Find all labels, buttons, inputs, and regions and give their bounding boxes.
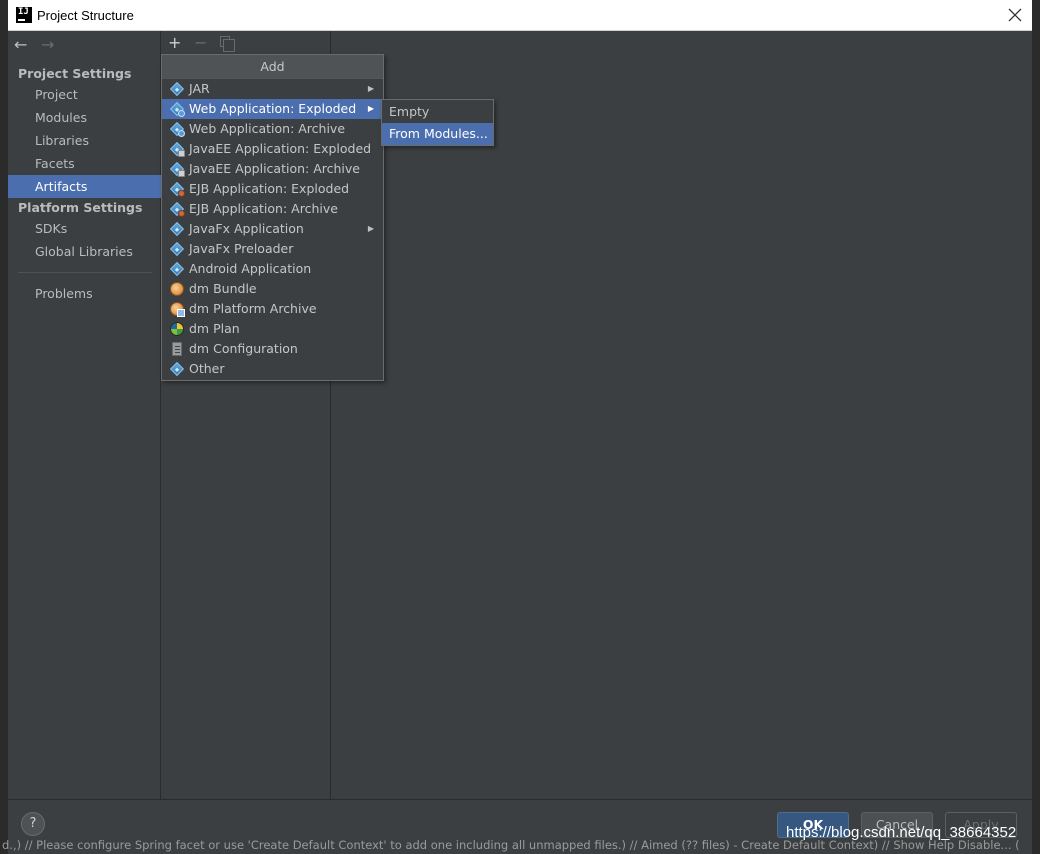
web-artifact-icon: [169, 101, 185, 117]
javaee-artifact-icon: [169, 141, 185, 157]
javaee-artifact-icon: [169, 161, 185, 177]
sidebar-item-libraries[interactable]: Libraries: [8, 129, 161, 152]
dm-config-icon: [170, 342, 184, 356]
submenu-arrow-icon: ▶: [367, 224, 374, 233]
submenu-item-from-modules[interactable]: From Modules...: [382, 123, 493, 145]
back-arrow-icon[interactable]: ←: [14, 35, 27, 54]
artifact-icon: [169, 361, 185, 377]
artifact-details-panel: [332, 31, 1032, 799]
platform-settings-header: Platform Settings: [18, 200, 143, 215]
menu-item-label: dm Bundle: [189, 281, 257, 296]
background-strip: [0, 0, 8, 854]
menu-item-ejb-application-exploded[interactable]: EJB Application: Exploded: [162, 179, 383, 199]
dm-bundle-icon: [170, 282, 184, 296]
sidebar-item-sdks[interactable]: SDKs: [8, 217, 161, 240]
web-exploded-submenu: Empty From Modules...: [381, 99, 494, 146]
sidebar-item-modules[interactable]: Modules: [8, 106, 161, 129]
sidebar-item-problems[interactable]: Problems: [8, 282, 161, 305]
sidebar-item-facets[interactable]: Facets: [8, 152, 161, 175]
menu-item-javaee-application-archive[interactable]: JavaEE Application: Archive: [162, 159, 383, 179]
menu-item-dm-configuration[interactable]: dm Configuration: [162, 339, 383, 359]
remove-icon[interactable]: −: [194, 33, 207, 52]
menu-item-label: Other: [189, 361, 225, 376]
watermark-text: https://blog.csdn.net/qq_38664352: [786, 824, 1017, 841]
menu-item-label: JAR: [189, 81, 210, 96]
submenu-arrow-icon: ▶: [367, 84, 374, 93]
menu-item-web-application-exploded[interactable]: Web Application: Exploded ▶: [162, 99, 383, 119]
menu-item-jar[interactable]: JAR ▶: [162, 79, 383, 99]
close-icon: [1008, 8, 1022, 22]
artifact-icon: [169, 261, 185, 277]
menu-item-dm-platform-archive[interactable]: dm Platform Archive: [162, 299, 383, 319]
menu-item-label: Android Application: [189, 261, 312, 276]
sidebar-item-global-libraries[interactable]: Global Libraries: [8, 240, 161, 263]
menu-item-label: dm Configuration: [189, 341, 298, 356]
settings-sidebar: ← → Project Settings Project Modules Lib…: [8, 31, 161, 799]
artifact-icon: [169, 241, 185, 257]
dm-archive-icon: [170, 302, 185, 317]
menu-item-label: JavaFx Preloader: [189, 241, 294, 256]
copy-icon[interactable]: [220, 36, 235, 52]
ejb-artifact-icon: [169, 201, 185, 217]
menu-item-label: dm Platform Archive: [189, 301, 317, 316]
sidebar-separator: [18, 272, 152, 273]
menu-item-label: Web Application: Exploded: [189, 101, 357, 116]
sidebar-item-artifacts[interactable]: Artifacts: [8, 175, 161, 198]
submenu-arrow-icon: ▶: [367, 104, 374, 113]
menu-item-javaee-application-exploded[interactable]: JavaEE Application: Exploded: [162, 139, 383, 159]
artifact-icon: [169, 81, 185, 97]
menu-item-javafx-preloader[interactable]: JavaFx Preloader: [162, 239, 383, 259]
ejb-artifact-icon: [169, 181, 185, 197]
menu-item-label: EJB Application: Exploded: [189, 181, 350, 196]
menu-item-dm-bundle[interactable]: dm Bundle: [162, 279, 383, 299]
add-icon[interactable]: +: [168, 33, 181, 52]
sidebar-item-project[interactable]: Project: [8, 83, 161, 106]
menu-item-label: JavaEE Application: Exploded: [189, 141, 372, 156]
menu-item-other[interactable]: Other: [162, 359, 383, 379]
forward-arrow-icon[interactable]: →: [41, 35, 54, 54]
web-artifact-icon: [169, 121, 185, 137]
menu-item-android-application[interactable]: Android Application: [162, 259, 383, 279]
dm-plan-icon: [170, 322, 184, 336]
menu-item-label: JavaEE Application: Archive: [189, 161, 360, 176]
window-title: Project Structure: [37, 8, 134, 23]
submenu-item-empty[interactable]: Empty: [382, 101, 493, 123]
menu-item-label: Web Application: Archive: [189, 121, 346, 136]
menu-item-label: EJB Application: Archive: [189, 201, 338, 216]
menu-item-javafx-application[interactable]: JavaFx Application ▶: [162, 219, 383, 239]
title-bar: IJ Project Structure: [8, 0, 1032, 31]
close-button[interactable]: [1004, 4, 1026, 26]
add-artifact-popup: Add JAR ▶ Web Application: Exploded ▶ We…: [161, 54, 384, 381]
menu-item-label: dm Plan: [189, 321, 240, 336]
project-settings-header: Project Settings: [18, 66, 132, 81]
menu-item-ejb-application-archive[interactable]: EJB Application: Archive: [162, 199, 383, 219]
intellij-logo-icon: IJ: [16, 7, 32, 23]
popup-title: Add: [162, 55, 383, 79]
artifact-icon: [169, 221, 185, 237]
menu-item-label: JavaFx Application: [189, 221, 304, 236]
menu-item-web-application-archive[interactable]: Web Application: Archive: [162, 119, 383, 139]
menu-item-dm-plan[interactable]: dm Plan: [162, 319, 383, 339]
help-button[interactable]: ?: [21, 812, 45, 836]
